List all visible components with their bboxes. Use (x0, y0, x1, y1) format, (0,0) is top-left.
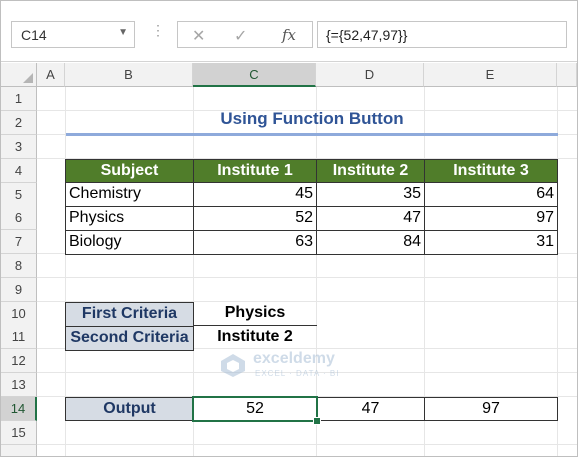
table-header-institute-1[interactable]: Institute 1 (193, 159, 317, 183)
column-header-b[interactable]: B (65, 63, 193, 87)
table-cell-value[interactable]: 47 (316, 206, 425, 231)
active-cell-outline (192, 396, 318, 422)
column-header-f[interactable] (557, 63, 577, 87)
row-header-8[interactable]: 8 (1, 254, 37, 278)
chevron-down-icon[interactable]: ▼ (118, 27, 128, 38)
table-header-institute-3[interactable]: Institute 3 (424, 159, 558, 183)
first-criteria-label[interactable]: First Criteria (65, 302, 194, 327)
table-cell-value[interactable]: 35 (316, 182, 425, 207)
cancel-icon[interactable]: ✕ (192, 26, 205, 46)
row-header-9[interactable]: 9 (1, 278, 37, 302)
table-cell-value[interactable]: 63 (193, 230, 317, 255)
table-header-subject[interactable]: Subject (65, 159, 194, 183)
row-header-1[interactable]: 1 (1, 87, 37, 111)
row-header-13[interactable]: 13 (1, 373, 37, 397)
first-criteria-value[interactable]: Physics (193, 302, 317, 326)
watermark-logo-icon (221, 354, 245, 377)
table-cell-subject[interactable]: Chemistry (65, 182, 194, 207)
row-header-12[interactable]: 12 (1, 349, 37, 373)
row-header-15[interactable]: 15 (1, 421, 37, 445)
output-cell[interactable]: 97 (424, 397, 558, 421)
watermark: exceldemy EXCEL · DATA · BI (219, 348, 369, 382)
column-header-e[interactable]: E (424, 63, 557, 87)
name-box-value: C14 (21, 27, 47, 43)
watermark-name: exceldemy (253, 350, 335, 367)
row-header-6[interactable]: 6 (1, 206, 37, 230)
column-header-a[interactable]: A (37, 63, 65, 87)
second-criteria-label[interactable]: Second Criteria (65, 326, 194, 351)
table-cell-value[interactable]: 97 (424, 206, 558, 231)
row-header-3[interactable]: 3 (1, 135, 37, 159)
table-header-institute-2[interactable]: Institute 2 (316, 159, 425, 183)
second-criteria-value[interactable]: Institute 2 (193, 326, 317, 350)
output-label[interactable]: Output (65, 397, 194, 421)
table-cell-value[interactable]: 31 (424, 230, 558, 255)
table-cell-value[interactable]: 84 (316, 230, 425, 255)
row-header-4[interactable]: 4 (1, 159, 37, 183)
select-all-button[interactable] (1, 63, 37, 87)
row-header-16[interactable] (1, 445, 37, 456)
enter-check-icon[interactable]: ✓ (234, 26, 247, 46)
formula-input[interactable]: {={52,47,97}} (317, 21, 567, 48)
gridline (37, 277, 577, 278)
sheet-title[interactable]: Using Function Button (66, 109, 558, 129)
row-header-11[interactable]: 11 (1, 325, 37, 349)
row-header-2[interactable]: 2 (1, 111, 37, 135)
column-header-d[interactable]: D (316, 63, 424, 87)
gridline (37, 444, 577, 445)
watermark-tagline: EXCEL · DATA · BI (255, 369, 340, 378)
formula-text: {={52,47,97}} (326, 27, 408, 43)
row-header-14[interactable]: 14 (1, 397, 37, 421)
row-header-5[interactable]: 5 (1, 183, 37, 207)
table-cell-value[interactable]: 52 (193, 206, 317, 231)
row-header-7[interactable]: 7 (1, 230, 37, 254)
formula-buttons: ✕ ✓ fx (177, 21, 313, 48)
fill-handle[interactable] (313, 417, 321, 425)
table-cell-value[interactable]: 45 (193, 182, 317, 207)
table-cell-subject[interactable]: Biology (65, 230, 194, 255)
name-box[interactable]: C14 ▼ (11, 21, 135, 48)
row-header-10[interactable]: 10 (1, 302, 37, 326)
title-underline (66, 133, 558, 136)
column-header-c[interactable]: C (193, 63, 316, 87)
table-cell-value[interactable]: 64 (424, 182, 558, 207)
more-options-icon[interactable]: ⋮ (151, 23, 165, 37)
table-cell-subject[interactable]: Physics (65, 206, 194, 231)
output-cell[interactable]: 47 (316, 397, 425, 421)
spreadsheet-window: C14 ▼ ⋮ ✕ ✓ fx {={52,47,97}} A B C D E 1… (0, 0, 578, 457)
formula-bar: C14 ▼ ⋮ ✕ ✓ fx {={52,47,97}} (1, 1, 577, 62)
insert-function-button[interactable]: fx (282, 26, 296, 44)
